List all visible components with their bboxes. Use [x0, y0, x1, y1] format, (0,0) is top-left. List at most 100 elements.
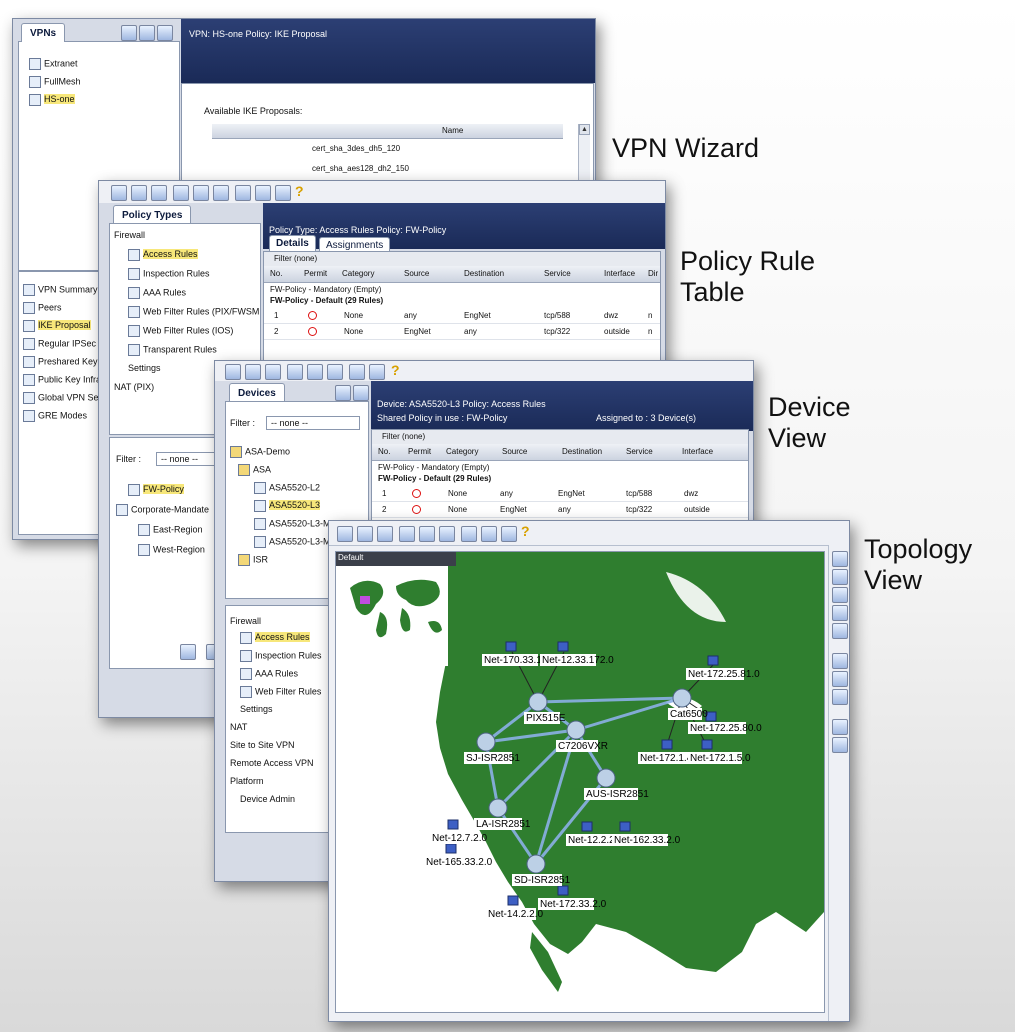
toolbar-icon[interactable] — [111, 185, 127, 201]
toolbar-icon[interactable] — [501, 526, 517, 542]
tab-vpns[interactable]: VPNs — [21, 23, 66, 42]
delete-icon[interactable] — [157, 25, 173, 41]
name-column-header[interactable]: Name — [442, 126, 463, 135]
zoom-in-icon[interactable] — [832, 551, 848, 567]
group-default[interactable]: FW-Policy - Default (29 Rules) — [270, 296, 383, 305]
tree-item-aaa-rules[interactable]: AAA Rules — [128, 287, 186, 299]
tree-item-east-region[interactable]: East-Region — [138, 524, 203, 536]
delete-icon[interactable] — [353, 385, 369, 401]
filter-bar[interactable]: Filter (none) — [264, 252, 660, 267]
group-mandatory[interactable]: FW-Policy - Mandatory (Empty) — [270, 285, 381, 294]
toolbar-icon[interactable] — [235, 185, 251, 201]
tree-item-web-filter-pix[interactable]: Web Filter Rules (PIX/FWSM — [128, 306, 259, 318]
toolbar-icon[interactable] — [481, 526, 497, 542]
table-row[interactable]: 1 None any EngNet tcp/588 dwz n — [264, 308, 660, 324]
toolbar-icon[interactable] — [337, 526, 353, 542]
topology-map[interactable]: PIX515E Cat6500 SJ-ISR2851 C7206VXR LA-I… — [336, 552, 824, 1012]
toolbar-icon[interactable] — [245, 364, 261, 380]
tree-item-web-filter-ios[interactable]: Web Filter Rules (IOS) — [128, 325, 233, 337]
link-icon[interactable] — [832, 719, 848, 735]
select-icon[interactable] — [832, 689, 848, 705]
collapse-icon[interactable] — [832, 671, 848, 687]
policy-item-global-vpn[interactable]: Global VPN Setti — [23, 392, 106, 404]
tree-site-to-site-vpn[interactable]: Site to Site VPN — [230, 740, 295, 750]
policy-item-vpn-summary[interactable]: VPN Summary — [23, 284, 98, 296]
tab-default[interactable]: Default — [338, 553, 363, 562]
settings-icon[interactable] — [832, 737, 848, 753]
table-row[interactable]: 2 None EngNet any tcp/322 outside — [372, 502, 748, 518]
tree-item-web-filter-rules[interactable]: Web Filter Rules — [240, 686, 321, 698]
toolbar-icon[interactable] — [307, 364, 323, 380]
tree-item-access-rules[interactable]: Access Rules — [128, 249, 198, 261]
toolbar-icon[interactable] — [287, 364, 303, 380]
tree-firewall[interactable]: Firewall — [230, 616, 261, 626]
tree-item-asa-demo[interactable]: ASA-Demo — [230, 446, 290, 458]
toolbar-icon[interactable] — [193, 185, 209, 201]
tab-devices[interactable]: Devices — [229, 383, 285, 402]
toolbar-icon[interactable] — [265, 364, 281, 380]
toolbar-icon[interactable] — [349, 364, 365, 380]
group-mandatory[interactable]: FW-Policy - Mandatory (Empty) — [378, 463, 489, 472]
group-default[interactable]: FW-Policy - Default (29 Rules) — [378, 474, 491, 483]
table-row[interactable]: 1 None any EngNet tcp/588 dwz — [372, 486, 748, 502]
tree-item-aaa-rules[interactable]: AAA Rules — [240, 668, 298, 680]
toolbar-icon[interactable] — [439, 526, 455, 542]
tree-item-settings[interactable]: Settings — [240, 704, 273, 714]
tab-policy-types[interactable]: Policy Types — [113, 205, 192, 224]
tree-item-asa5520-l2[interactable]: ASA5520-L2 — [254, 482, 320, 494]
toolbar-icon[interactable] — [255, 185, 271, 201]
tree-item-west-region[interactable]: West-Region — [138, 544, 205, 556]
toolbar-icon[interactable] — [419, 526, 435, 542]
tree-item-isr[interactable]: ISR — [238, 554, 268, 566]
policy-item-public-key[interactable]: Public Key Infras — [23, 374, 106, 386]
toolbar-icon[interactable] — [369, 364, 385, 380]
help-icon[interactable]: ? — [391, 362, 400, 378]
table-row[interactable]: 2 None EngNet any tcp/322 outside n — [264, 324, 660, 340]
tree-item-fw-policy[interactable]: FW-Policy — [128, 484, 184, 496]
filter-select[interactable]: -- none -- — [266, 416, 360, 430]
add-icon[interactable] — [335, 385, 351, 401]
tree-item-corporate-mandate[interactable]: Corporate-Mandate — [116, 504, 209, 516]
filter-bar[interactable]: Filter (none) — [372, 430, 748, 445]
expand-icon[interactable] — [832, 653, 848, 669]
tree-device-admin[interactable]: Device Admin — [240, 794, 295, 804]
tree-item-asa[interactable]: ASA — [238, 464, 271, 476]
add-icon[interactable] — [180, 644, 196, 660]
tree-item-asa5520-l3-m[interactable]: ASA5520-L3-M — [254, 518, 331, 530]
tree-nat[interactable]: NAT — [230, 722, 247, 732]
tree-remote-access-vpn[interactable]: Remote Access VPN — [230, 758, 314, 768]
tree-nat-pix[interactable]: NAT (PIX) — [114, 382, 154, 392]
tree-item-inspection-rules[interactable]: Inspection Rules — [128, 268, 210, 280]
tree-item-asa5520-l3[interactable]: ASA5520-L3 — [254, 500, 321, 512]
toolbar-icon[interactable] — [151, 185, 167, 201]
policy-item-regular-ipsec[interactable]: Regular IPSec P — [23, 338, 105, 350]
tree-item-settings[interactable]: Settings — [128, 363, 161, 373]
tree-item-extranet[interactable]: Extranet — [29, 58, 78, 70]
policy-item-ike-proposal[interactable]: IKE Proposal — [23, 320, 91, 332]
tree-firewall[interactable]: Firewall — [114, 230, 145, 240]
edit-icon[interactable] — [139, 25, 155, 41]
proposal-row[interactable]: cert_sha_3des_dh5_120 — [312, 144, 400, 153]
fit-icon[interactable] — [832, 605, 848, 621]
scroll-up-arrow[interactable]: ▲ — [579, 124, 590, 135]
toolbar-icon[interactable] — [131, 185, 147, 201]
tree-item-hs-one[interactable]: HS-one — [29, 94, 75, 106]
tab-details[interactable]: Details — [269, 235, 316, 251]
toolbar-icon[interactable] — [225, 364, 241, 380]
tree-item-transparent-rules[interactable]: Transparent Rules — [128, 344, 217, 356]
tree-platform[interactable]: Platform — [230, 776, 264, 786]
zoom-icon[interactable] — [832, 587, 848, 603]
map-canvas[interactable]: PIX515E Cat6500 SJ-ISR2851 C7206VXR LA-I… — [335, 551, 825, 1013]
tree-item-fullmesh[interactable]: FullMesh — [29, 76, 81, 88]
policy-item-preshared-key[interactable]: Preshared Key — [23, 356, 98, 368]
toolbar-icon[interactable] — [377, 526, 393, 542]
toolbar-icon[interactable] — [357, 526, 373, 542]
proposal-row[interactable]: cert_sha_aes128_dh2_150 — [312, 164, 409, 173]
add-icon[interactable] — [121, 25, 137, 41]
toolbar-icon[interactable] — [327, 364, 343, 380]
tree-item-access-rules[interactable]: Access Rules — [240, 632, 310, 644]
policy-item-peers[interactable]: Peers — [23, 302, 62, 314]
help-icon[interactable]: ? — [521, 523, 530, 539]
help-icon[interactable]: ? — [295, 183, 304, 199]
toolbar-icon[interactable] — [275, 185, 291, 201]
